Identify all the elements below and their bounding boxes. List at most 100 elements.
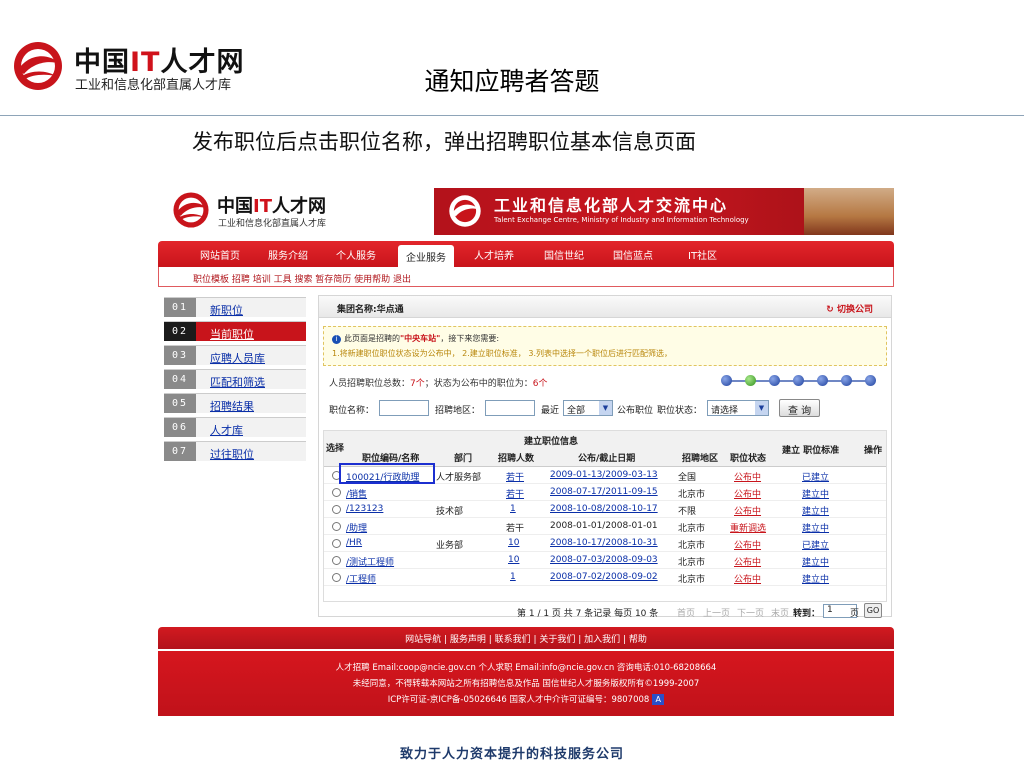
banner-title: 工业和信息化部人才交流中心 xyxy=(494,196,729,215)
pager-next[interactable]: 下一页 xyxy=(737,606,764,619)
search-filter: 职位名称： 招聘地区： 最近 全部 ▼ 公布职位 职位状态： 请选择 ▼ 查 询 xyxy=(323,398,887,420)
sidebar: 01 新职位 02 当前职位 03 应聘人员库 04 匹配和筛选 05 招聘结果 06 人才… xyxy=(164,297,306,465)
progress-steps xyxy=(721,375,877,387)
step-6-icon xyxy=(841,375,852,386)
notice-line-1: i 此页面是招聘的"中央车站"，接下来您需要: xyxy=(332,333,499,344)
region-input[interactable] xyxy=(485,400,535,416)
row-radio[interactable] xyxy=(332,488,341,497)
nav-enterprise[interactable]: 企业服务 xyxy=(398,245,454,267)
banner-emblem-icon xyxy=(449,195,481,227)
sidebar-item-current-position[interactable]: 02 当前职位 xyxy=(164,321,306,341)
banner-subtitle: Talent Exchange Centre, Ministry of Indu… xyxy=(494,216,749,224)
table-row[interactable]: /测试工程师 10 2008-07-03/2008-09-03 北京市 公布中 建立中 xyxy=(324,552,886,569)
nav-it-community[interactable]: IT社区 xyxy=(688,247,717,262)
table-row[interactable]: /销售 若干 2008-07-17/2011-09-15 北京市 公布中 建立中 xyxy=(324,484,886,501)
slide-footer: 致力于人力资本提升的科技服务公司 xyxy=(399,747,624,762)
col-standard: 建立 职位标准 xyxy=(782,446,840,456)
recent-select[interactable]: 全部 ▼ xyxy=(563,400,613,416)
sidebar-item-new-position[interactable]: 01 新职位 xyxy=(164,297,306,317)
footer-nav: 网站导航 | 服务声明 | 联系我们 | 关于我们 | 加入我们 | 帮助 xyxy=(158,627,894,649)
certificate-badge-icon[interactable]: A xyxy=(652,694,665,705)
step-3-icon xyxy=(769,375,780,386)
nav-services[interactable]: 服务介绍 xyxy=(268,247,308,262)
position-table: 选择 建立职位信息 职位编码/名称 部门 招聘人数 公布/截止日期 招聘地区 职… xyxy=(323,430,887,602)
col-count: 招聘人数 xyxy=(498,454,535,464)
panel-header: 集团名称:华点通 ↻ 切换公司 xyxy=(319,296,891,318)
region-label: 招聘地区： xyxy=(435,406,481,416)
footer-body: 人才招聘 Email:coop@ncie.gov.cn 个人求职 Email:i… xyxy=(158,651,894,716)
step-7-icon xyxy=(865,375,876,386)
website-screenshot: 中国IT人才网 工业和信息化部直属人才库 工业和信息化部人才交流中心 Talen… xyxy=(158,183,894,716)
table-row[interactable]: /123123 技术部 1 2008-10-08/2008-10-17 不限 公布中 建立中 xyxy=(324,501,886,518)
site-brand: 中国IT人才网 xyxy=(217,196,326,217)
col-date: 公布/截止日期 xyxy=(578,454,636,464)
row-radio[interactable] xyxy=(332,522,341,531)
row-radio[interactable] xyxy=(332,539,341,548)
step-2-icon xyxy=(745,375,756,386)
row-radio[interactable] xyxy=(332,505,341,514)
site-banner: 工业和信息化部人才交流中心 Talent Exchange Centre, Mi… xyxy=(434,188,894,235)
chevron-down-icon: ▼ xyxy=(599,401,612,415)
step-4-icon xyxy=(793,375,804,386)
pager-last[interactable]: 末页 xyxy=(771,606,789,619)
chevron-down-icon: ▼ xyxy=(755,401,768,415)
col-region: 招聘地区 xyxy=(682,454,719,464)
footer-links[interactable]: 网站导航 | 服务声明 | 联系我们 | 关于我们 | 加入我们 | 帮助 xyxy=(158,632,894,645)
col-op: 操作 xyxy=(864,446,883,456)
info-icon: i xyxy=(332,335,341,344)
pager-goto-label: 转到： xyxy=(793,609,821,619)
site-brand-sub: 工业和信息化部直属人才库 xyxy=(218,219,327,229)
search-button[interactable]: 查 询 xyxy=(779,399,821,417)
recent-label: 最近 xyxy=(541,406,560,416)
nav-home[interactable]: 网站首页 xyxy=(200,247,240,262)
sub-nav: 职位模板 招聘 培训 工具 搜索 暂存简历 使用帮助 退出 xyxy=(158,267,894,287)
footer-icp: ICP许可证-京ICP备-05026646 国家人才中介许可证编号：980700… xyxy=(158,693,894,705)
site-logo[interactable]: 中国IT人才网 工业和信息化部直属人才库 xyxy=(172,189,432,233)
row-radio[interactable] xyxy=(332,573,341,582)
position-panel: 集团名称:华点通 ↻ 切换公司 i 此页面是招聘的"中央车站"，接下来您需要: 1… xyxy=(318,295,892,619)
col-status: 职位状态 xyxy=(730,454,767,464)
slide-title: 通知应聘者答题 xyxy=(424,67,600,96)
gate-image xyxy=(804,188,894,235)
notice-box: i 此页面是招聘的"中央车站"，接下来您需要: 1.将新建职位职位状态设为公布中，… xyxy=(323,326,887,366)
switch-company-link[interactable]: ↻ 切换公司 xyxy=(826,302,873,315)
position-name-input[interactable] xyxy=(379,400,429,416)
row-radio[interactable] xyxy=(332,556,341,565)
nav-guoxin-century[interactable]: 国信世纪 xyxy=(544,247,584,262)
status-label: 职位状态： xyxy=(657,406,703,416)
slide-divider xyxy=(0,115,1024,116)
pager-prev[interactable]: 上一页 xyxy=(703,606,730,619)
pagination: 第 1 / 1 页 共 7 条记录 每页 10 条 首页 上一页 下一页 末页 … xyxy=(319,603,891,619)
nav-personal[interactable]: 个人服务 xyxy=(336,247,376,262)
sidebar-item-applicants[interactable]: 03 应聘人员库 xyxy=(164,345,306,365)
sidebar-item-matching[interactable]: 04 匹配和筛选 xyxy=(164,369,306,389)
footer-contact: 人才招聘 Email:coop@ncie.gov.cn 个人求职 Email:i… xyxy=(335,663,717,673)
col-select: 选择 xyxy=(326,444,345,454)
table-row[interactable]: /工程师 1 2008-07-02/2008-09-02 北京市 公布中 建立中 xyxy=(324,569,886,586)
sidebar-item-talent-pool[interactable]: 06 人才库 xyxy=(164,417,306,437)
footer-copyright: 未经同意，不得转载本网站之所有招聘信息及作品 国信世纪人才服务版权所有©1999… xyxy=(352,679,700,689)
table-row[interactable]: /助理 若干 2008-01-01/2008-01-01 北京市 重新调选 建立中 xyxy=(324,518,886,535)
notice-line-2: 1.将新建职位职位状态设为公布中， 2.建立职位标准， 3.列表中选择一个职位后… xyxy=(332,349,672,358)
slide-subtitle: 发布职位后点击职位名称，弹出招聘职位基本信息页面 xyxy=(192,130,696,154)
main-nav: 网站首页 服务介绍 个人服务 企业服务 人才培养 国信世纪 国信蓝点 IT社区 xyxy=(158,241,894,267)
nav-training[interactable]: 人才培养 xyxy=(474,247,514,262)
status-select[interactable]: 请选择 ▼ xyxy=(707,400,769,416)
publish-label: 公布职位 xyxy=(617,406,654,416)
brand-emblem-icon xyxy=(173,192,209,228)
highlight-box xyxy=(339,463,435,484)
nav-guoxin-landian[interactable]: 国信蓝点 xyxy=(613,247,653,262)
pager-go-button[interactable]: GO xyxy=(864,603,882,618)
table-row[interactable]: /HR 业务部 10 2008-10-17/2008-10-31 北京市 公布中 已建立 xyxy=(324,535,886,552)
sidebar-item-results[interactable]: 05 招聘结果 xyxy=(164,393,306,413)
position-name-label: 职位名称： xyxy=(329,406,375,416)
col-group: 建立职位信息 xyxy=(524,437,579,447)
step-1-icon xyxy=(721,375,732,386)
sub-nav-items[interactable]: 职位模板 招聘 培训 工具 搜索 暂存简历 使用帮助 退出 xyxy=(193,272,411,285)
col-dept: 部门 xyxy=(454,454,473,464)
pager-summary: 第 1 / 1 页 共 7 条记录 每页 10 条 xyxy=(517,609,659,619)
position-stats: 人员招聘职位总数：7个；状态为公布中的职位为：6个 xyxy=(329,379,548,389)
pager-first[interactable]: 首页 xyxy=(677,606,695,619)
sidebar-item-past-positions[interactable]: 07 过往职位 xyxy=(164,441,306,461)
group-name: 集团名称:华点通 xyxy=(337,305,404,315)
